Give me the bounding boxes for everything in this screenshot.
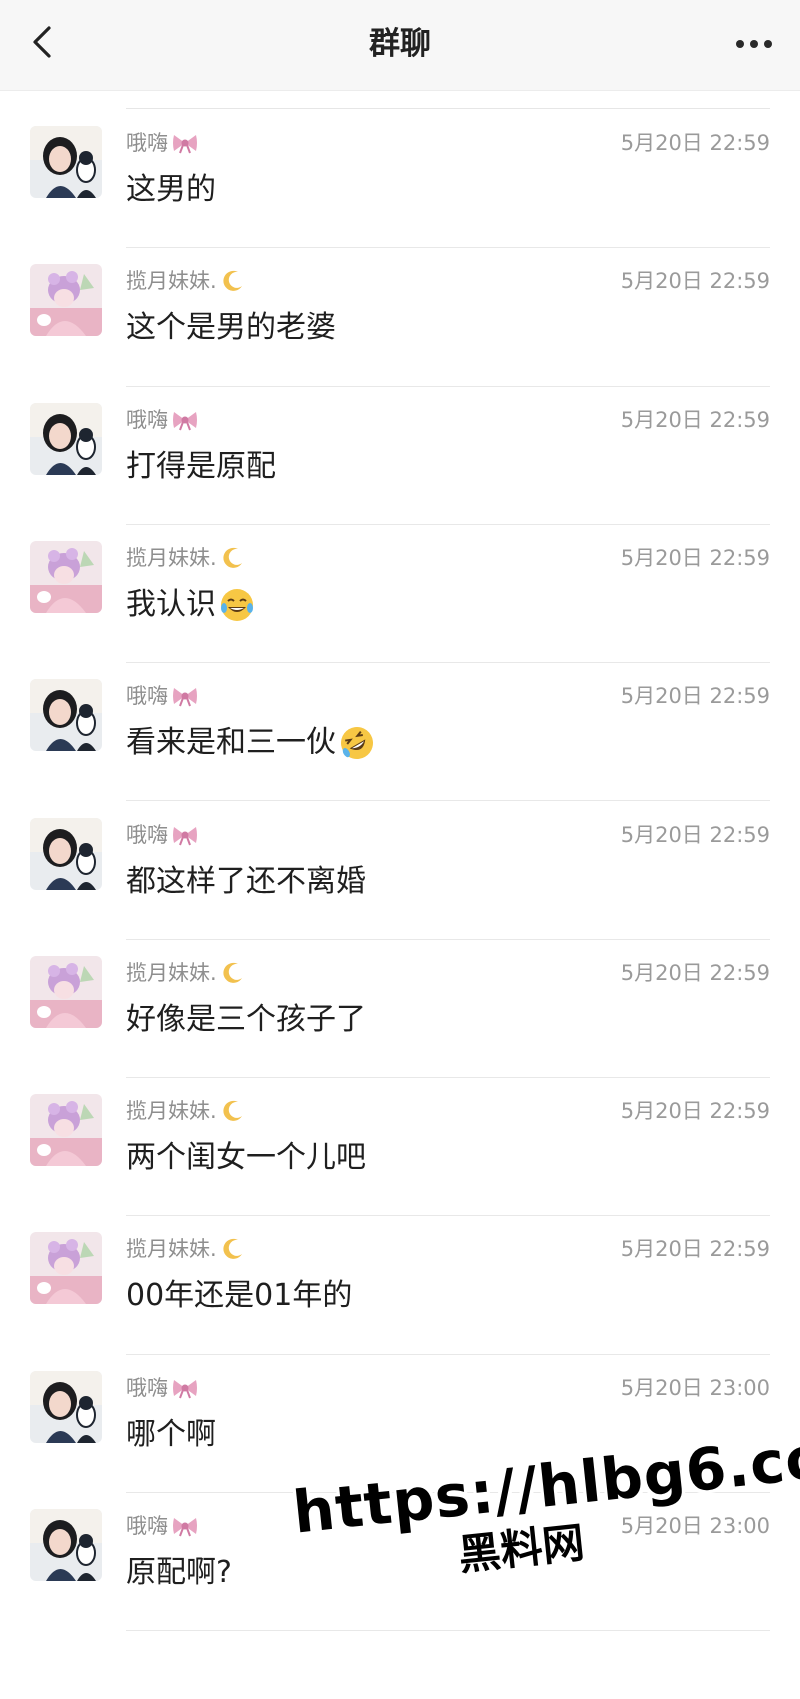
avatar-pink[interactable] [30,264,102,337]
bow-icon [172,132,198,154]
message-time: 5月20日 22:59 [620,407,770,432]
sender-name-text: 揽月妹妹. [126,1099,217,1124]
sender-name-text: 揽月妹妹. [126,545,217,570]
more-options-button[interactable] [730,24,778,64]
message-time: 5月20日 23:00 [620,1375,770,1400]
avatar-girl[interactable] [30,817,102,890]
sender-name-text: 哦嗨 [126,407,168,432]
message-time: 5月20日 22:59 [620,1099,770,1124]
message-text-body: 这个是男的老婆 [126,310,336,346]
avatar-pink[interactable] [30,540,102,613]
message-text-body: 原配啊? [126,1555,232,1590]
sender-name: 哦嗨 [126,1373,198,1403]
chat-message[interactable]: 揽月妹妹. 5月20日 22:59 好像是三个孩子了 [0,940,800,1079]
chat-message[interactable]: 揽月妹妹. 5月20日 22:59 两个闺女一个儿吧 [0,1078,800,1217]
message-text-body: 我认识 [126,586,216,622]
more-dot [750,40,758,48]
bow-icon [172,409,198,431]
rolling-laughing-emoji [338,724,376,762]
message-text[interactable]: 都这样了还不离婚 [126,860,366,904]
sender-name-text: 哦嗨 [126,822,168,847]
sender-name-text: 哦嗨 [126,1375,168,1400]
message-text[interactable]: 哪个啊 [126,1413,216,1457]
message-time: 5月20日 22:59 [620,545,770,570]
message-text-body: 看来是和三一伙 [126,725,336,761]
top-navigation-bar: 群聊 [0,0,800,91]
avatar-girl[interactable] [30,402,102,475]
avatar-girl[interactable] [30,1370,102,1443]
message-text-body: 00年还是01年的 [126,1278,353,1314]
message-text[interactable]: 打得是原配 [126,445,276,489]
message-text-body: 好像是三个孩子了 [126,1001,366,1037]
bow-icon [172,685,198,707]
message-time: 5月20日 22:59 [620,131,770,155]
sender-name-text: 哦嗨 [126,131,168,155]
avatar-girl[interactable] [30,679,102,752]
bow-icon [172,1515,198,1537]
message-text-body: 都这样了还不离婚 [126,863,366,899]
message-text-body: 这男的 [126,172,216,207]
sender-name: 哦嗨 [126,820,198,850]
message-text[interactable]: 00年还是01年的 [126,1274,352,1318]
moon-icon [221,961,245,985]
message-text-body: 两个闺女一个儿吧 [126,1140,366,1176]
message-time: 5月20日 22:59 [620,684,770,709]
avatar-girl[interactable] [30,1509,102,1581]
chat-message[interactable]: 哦嗨 5月20日 22:59 都这样了还不离婚 [0,802,800,940]
message-time: 5月20日 22:59 [620,960,770,985]
message-time: 5月20日 22:59 [620,822,770,847]
message-text[interactable]: 看来是和三一伙 [126,721,376,765]
moon-icon [221,1237,245,1261]
chat-message[interactable]: 揽月妹妹. 5月20日 22:59 00年还是01年的 [0,1216,800,1355]
moon-icon [221,1099,245,1123]
message-text[interactable]: 好像是三个孩子了 [126,998,366,1042]
chat-message[interactable]: 哦嗨 5月20日 22:59 看来是和三一伙 [0,663,800,802]
moon-icon [221,269,245,293]
sender-name: 揽月妹妹. [126,1096,245,1126]
message-text[interactable]: 两个闺女一个儿吧 [126,1136,366,1180]
message-text-body: 哪个啊 [126,1416,216,1452]
chat-message[interactable]: 揽月妹妹. 5月20日 22:59 我认识 [0,525,800,664]
avatar-pink[interactable] [30,1094,102,1167]
more-horizontal-icon [736,40,744,48]
sender-name-text: 揽月妹妹. [126,960,217,985]
divider [126,108,770,109]
sender-name-text: 哦嗨 [126,684,168,709]
avatar-pink[interactable] [30,955,102,1028]
avatar-pink[interactable] [30,1232,102,1305]
message-text[interactable]: 我认识 [126,583,256,627]
sender-name-text: 揽月妹妹. [126,1237,217,1262]
message-text[interactable]: 原配啊? [126,1551,232,1595]
tears-of-joy-emoji [218,586,256,624]
chat-message[interactable]: 揽月妹妹. 5月20日 22:59 这个是男的老婆 [0,248,800,387]
moon-icon [221,546,245,570]
message-text[interactable]: 这个是男的老婆 [126,306,336,350]
sender-name: 揽月妹妹. [126,543,245,573]
avatar-girl[interactable] [30,126,102,198]
message-time: 5月20日 22:59 [620,1237,770,1262]
chat-message[interactable]: 哦嗨 5月20日 22:59 这男的 [0,110,800,249]
sender-name: 揽月妹妹. [126,1234,245,1264]
page-title: 群聊 [369,26,431,62]
message-text-body: 打得是原配 [126,448,276,484]
sender-name: 揽月妹妹. [126,958,245,988]
sender-name-text: 揽月妹妹. [126,269,217,294]
sender-name: 哦嗨 [126,405,198,435]
sender-name: 揽月妹妹. [126,266,245,296]
bow-icon [172,824,198,846]
sender-name: 哦嗨 [126,681,198,711]
bow-icon [172,1377,198,1399]
sender-name: 哦嗨 [126,1511,198,1541]
sender-name-text: 哦嗨 [126,1514,168,1538]
more-dot [764,40,772,48]
sender-name: 哦嗨 [126,128,198,158]
chat-message[interactable]: 哦嗨 5月20日 22:59 打得是原配 [0,387,800,525]
message-time: 5月20日 22:59 [620,269,770,294]
message-text[interactable]: 这男的 [126,168,216,212]
